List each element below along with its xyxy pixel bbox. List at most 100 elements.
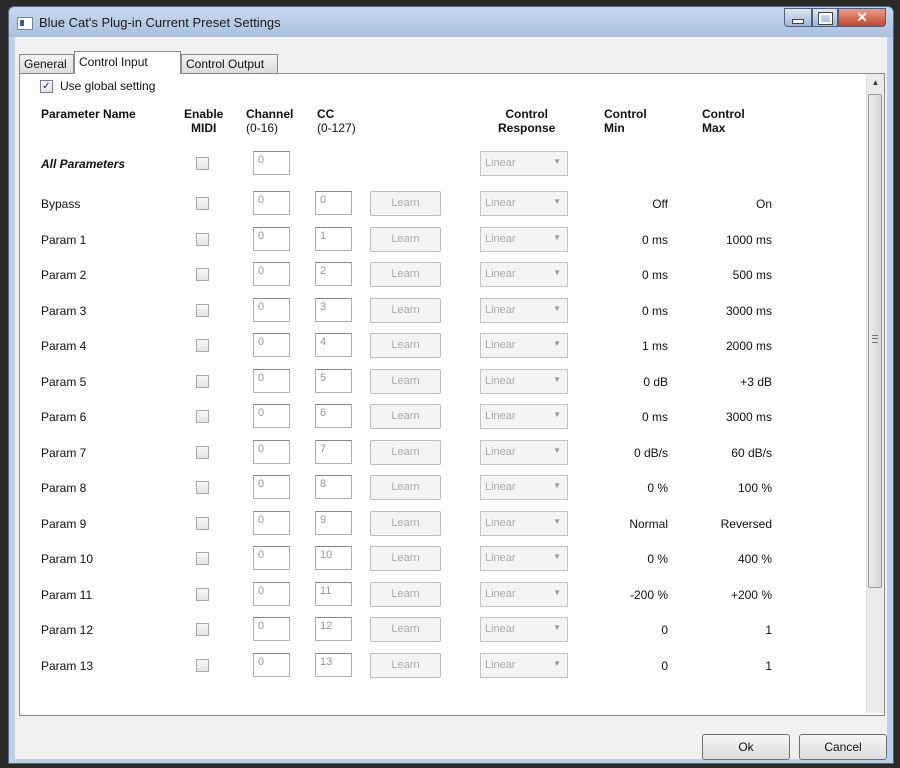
channel-field[interactable]: 0 [253,369,290,393]
enable-midi-checkbox[interactable] [196,446,209,459]
cc-field[interactable]: 12 [315,617,352,641]
channel-field[interactable]: 0 [253,440,290,464]
vertical-scrollbar[interactable]: ▲ [866,74,884,713]
tab-general[interactable]: General [19,54,74,73]
cc-field[interactable]: 3 [315,298,352,322]
learn-button[interactable]: Learn [370,191,441,216]
channel-field[interactable]: 0 [253,653,290,677]
channel-field[interactable]: 0 [253,262,290,286]
response-value: Linear [485,339,516,351]
channel-field[interactable]: 0 [253,404,290,428]
all-parameters-response-value: Linear [485,157,516,169]
enable-midi-checkbox[interactable] [196,268,209,281]
channel-field[interactable]: 0 [253,333,290,357]
response-select[interactable]: Linear ▼ [480,511,568,536]
param-name: Param 11 [41,588,93,602]
channel-field[interactable]: 0 [253,475,290,499]
response-select[interactable]: Linear ▼ [480,440,568,465]
response-select[interactable]: Linear ▼ [480,475,568,500]
cc-field[interactable]: 7 [315,440,352,464]
channel-field[interactable]: 0 [253,511,290,535]
maximize-button[interactable] [812,8,838,27]
enable-midi-checkbox[interactable] [196,659,209,672]
channel-field[interactable]: 0 [253,191,290,215]
enable-midi-checkbox[interactable] [196,375,209,388]
enable-midi-checkbox[interactable] [196,233,209,246]
channel-field[interactable]: 0 [253,227,290,251]
use-global-setting-checkbox[interactable]: ✓ [40,80,53,93]
param-name: Param 10 [41,552,94,566]
learn-button[interactable]: Learn [370,475,441,500]
control-min-value: 0 dB/s [633,446,668,460]
cc-field[interactable]: 1 [315,227,352,251]
response-select[interactable]: Linear ▼ [480,404,568,429]
enable-midi-checkbox[interactable] [196,517,209,530]
close-button[interactable]: ✕ [838,8,886,27]
enable-midi-checkbox[interactable] [196,552,209,565]
enable-midi-checkbox[interactable] [196,481,209,494]
header-control-min: Control Min [604,107,647,135]
control-max-value: 3000 ms [725,304,772,318]
learn-button[interactable]: Learn [370,404,441,429]
learn-button[interactable]: Learn [370,546,441,571]
cc-field[interactable]: 9 [315,511,352,535]
channel-field[interactable]: 0 [253,298,290,322]
channel-field[interactable]: 0 [253,546,290,570]
enable-midi-checkbox[interactable] [196,304,209,317]
response-select[interactable]: Linear ▼ [480,653,568,678]
response-select[interactable]: Linear ▼ [480,582,568,607]
learn-button[interactable]: Learn [370,298,441,323]
param-name: Param 12 [41,623,94,637]
response-select[interactable]: Linear ▼ [480,617,568,642]
cc-field[interactable]: 8 [315,475,352,499]
cc-field[interactable]: 2 [315,262,352,286]
header-min-title: Control [604,107,647,121]
response-select[interactable]: Linear ▼ [480,546,568,571]
learn-button[interactable]: Learn [370,333,441,358]
cc-field[interactable]: 10 [315,546,352,570]
response-select[interactable]: Linear ▼ [480,262,568,287]
title-bar[interactable]: Blue Cat's Plug-in Current Preset Settin… [9,7,893,37]
response-select[interactable]: Linear ▼ [480,191,568,216]
enable-midi-checkbox[interactable] [196,197,209,210]
cc-field[interactable]: 11 [315,582,352,606]
response-value: Linear [485,588,516,600]
enable-midi-checkbox[interactable] [196,339,209,352]
enable-midi-checkbox[interactable] [196,410,209,423]
cc-field[interactable]: 13 [315,653,352,677]
all-parameters-response-select[interactable]: Linear ▼ [480,151,568,176]
learn-button[interactable]: Learn [370,653,441,678]
control-min-value: 0 [661,623,668,637]
learn-button[interactable]: Learn [370,262,441,287]
ok-button[interactable]: Ok [702,734,790,760]
learn-button[interactable]: Learn [370,369,441,394]
learn-button[interactable]: Learn [370,440,441,465]
channel-field[interactable]: 0 [253,582,290,606]
cc-field[interactable]: 5 [315,369,352,393]
learn-button[interactable]: Learn [370,511,441,536]
response-select[interactable]: Linear ▼ [480,298,568,323]
all-parameters-channel-field[interactable]: 0 [253,151,290,175]
learn-button[interactable]: Learn [370,617,441,642]
scroll-up-icon[interactable]: ▲ [867,74,884,91]
learn-button[interactable]: Learn [370,582,441,607]
cancel-button[interactable]: Cancel [799,734,887,760]
all-parameters-enable-checkbox[interactable] [196,157,209,170]
header-max-sub: Max [702,121,726,135]
enable-midi-checkbox[interactable] [196,623,209,636]
scrollbar-thumb[interactable] [868,94,882,588]
control-max-value: +200 % [730,588,772,602]
tab-control-input[interactable]: Control Input [74,51,181,74]
enable-midi-checkbox[interactable] [196,588,209,601]
response-select[interactable]: Linear ▼ [480,333,568,358]
cc-field[interactable]: 0 [315,191,352,215]
response-select[interactable]: Linear ▼ [480,369,568,394]
tab-control-output[interactable]: Control Output [181,54,278,73]
learn-button[interactable]: Learn [370,227,441,252]
cc-field[interactable]: 6 [315,404,352,428]
channel-field[interactable]: 0 [253,617,290,641]
response-select[interactable]: Linear ▼ [480,227,568,252]
minimize-button[interactable] [784,8,812,27]
response-value: Linear [485,268,516,280]
cc-field[interactable]: 4 [315,333,352,357]
